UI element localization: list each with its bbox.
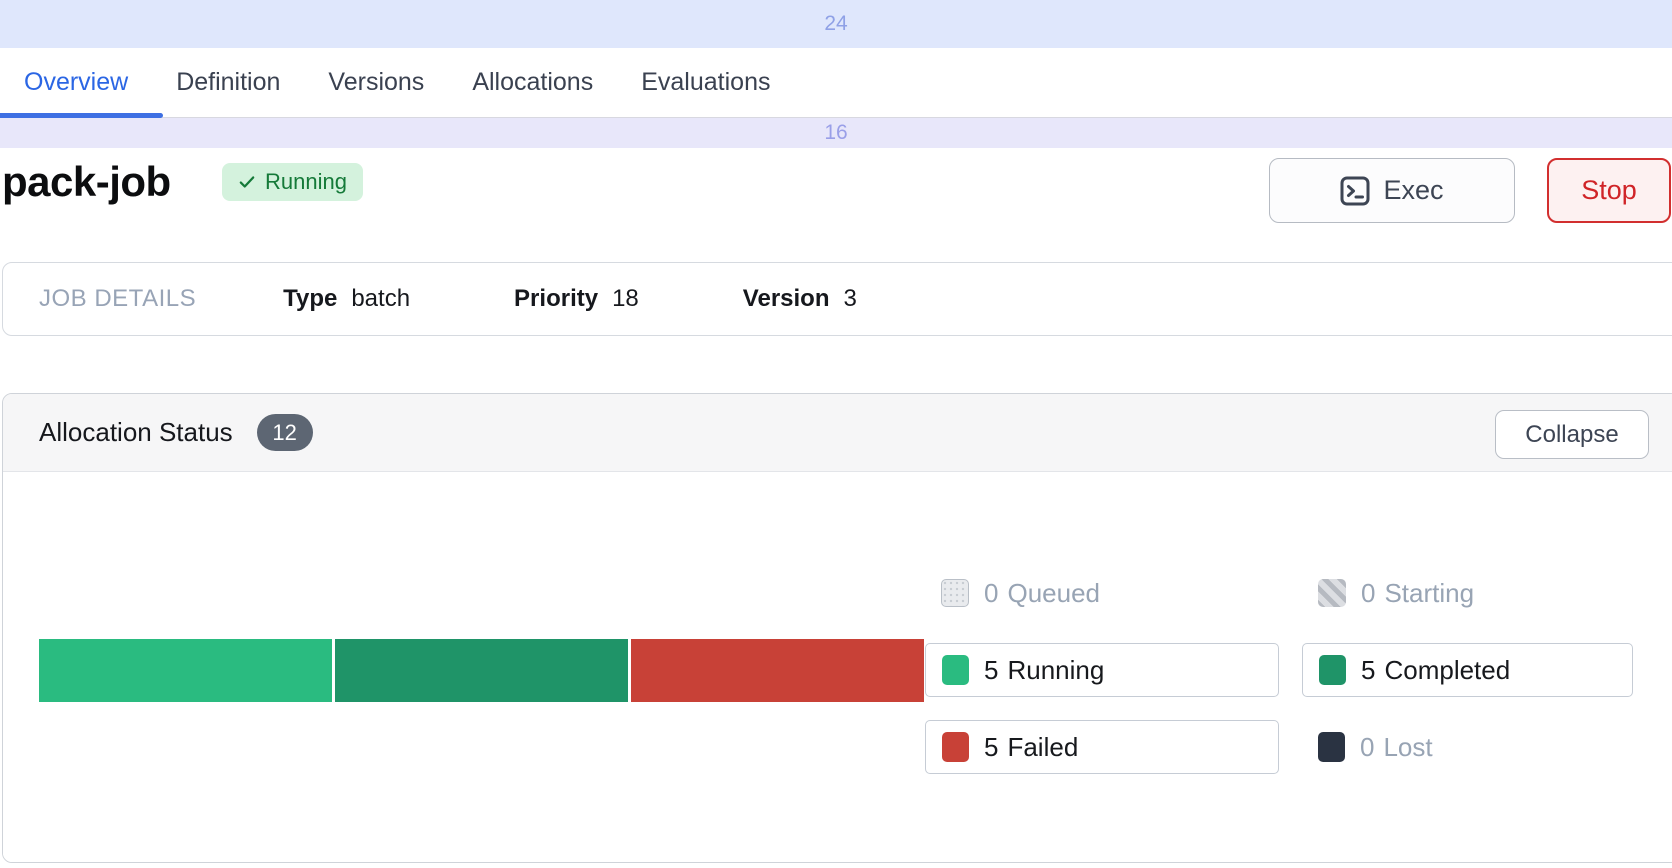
legend-queued-text: 0Queued [984, 578, 1100, 609]
status-badge-label: Running [265, 169, 347, 195]
job-detail-type: Type batch [283, 285, 410, 313]
job-details-strip: JOB DETAILS Type batch Priority 18 Versi… [2, 262, 1672, 336]
legend-starting-text: 0Starting [1361, 578, 1474, 609]
bar-segment-running[interactable] [39, 639, 332, 702]
failed-swatch-icon [942, 732, 969, 762]
job-detail-priority: Priority 18 [514, 285, 639, 313]
legend-completed-text: 5Completed [1361, 655, 1510, 686]
spacing-annotation-mid-value: 16 [824, 121, 847, 145]
legend-item-running[interactable]: 5Running [925, 643, 1279, 697]
terminal-icon [1340, 176, 1370, 206]
allocation-status-panel: Allocation Status 12 Collapse 0Queued [2, 393, 1672, 863]
exec-button-label: Exec [1383, 175, 1443, 206]
job-tabbar: Overview Definition Versions Allocations… [0, 48, 1672, 118]
tab-versions[interactable]: Versions [328, 68, 424, 97]
legend-failed-text: 5Failed [984, 732, 1078, 763]
legend-lost-text: 0Lost [1360, 732, 1433, 763]
legend-item-lost: 0Lost [1302, 720, 1633, 774]
tab-definition[interactable]: Definition [176, 68, 280, 97]
job-detail-priority-value: 18 [612, 285, 639, 313]
allocation-status-title: Allocation Status [39, 417, 233, 448]
allocation-status-body: 0Queued 0Starting 5Running 5Completed [3, 472, 1672, 863]
spacing-annotation-top: 24 [0, 0, 1672, 48]
tab-allocations[interactable]: Allocations [472, 68, 593, 97]
job-details-section-label: JOB DETAILS [39, 285, 196, 313]
stop-button-label: Stop [1581, 175, 1637, 206]
allocation-status-header: Allocation Status 12 Collapse [3, 394, 1672, 472]
queued-swatch-icon [941, 579, 969, 607]
tab-overview[interactable]: Overview [24, 68, 128, 97]
legend-item-failed[interactable]: 5Failed [925, 720, 1279, 774]
job-detail-type-value: batch [351, 285, 410, 313]
stop-button[interactable]: Stop [1547, 158, 1671, 223]
legend-item-queued: 0Queued [925, 575, 1279, 611]
legend-item-starting: 0Starting [1302, 575, 1633, 611]
bar-segment-failed[interactable] [631, 639, 924, 702]
job-detail-version: Version 3 [743, 285, 857, 313]
status-badge: Running [222, 163, 363, 201]
spacing-annotation-top-value: 24 [824, 12, 847, 36]
collapse-button-label: Collapse [1525, 421, 1618, 449]
legend-running-text: 5Running [984, 655, 1104, 686]
allocation-stacked-bar [39, 639, 924, 702]
running-swatch-icon [942, 655, 969, 685]
lost-swatch-icon [1318, 732, 1345, 762]
job-detail-type-name: Type [283, 285, 337, 313]
check-icon [238, 173, 256, 191]
page-title: pack-job [2, 158, 171, 206]
job-detail-version-value: 3 [844, 285, 857, 313]
job-detail-version-name: Version [743, 285, 830, 313]
job-title-row: pack-job Running Exec Stop [0, 152, 1672, 232]
completed-swatch-icon [1319, 655, 1346, 685]
job-overview-page: 24 Overview Definition Versions Allocati… [0, 0, 1672, 868]
exec-button[interactable]: Exec [1269, 158, 1515, 223]
spacing-annotation-mid: 16 [0, 118, 1672, 148]
starting-swatch-icon [1318, 579, 1346, 607]
allocation-count-badge: 12 [257, 414, 313, 451]
legend-item-completed[interactable]: 5Completed [1302, 643, 1633, 697]
bar-segment-completed[interactable] [335, 639, 628, 702]
tab-evaluations[interactable]: Evaluations [641, 68, 770, 97]
job-detail-priority-name: Priority [514, 285, 598, 313]
collapse-button[interactable]: Collapse [1495, 410, 1649, 459]
